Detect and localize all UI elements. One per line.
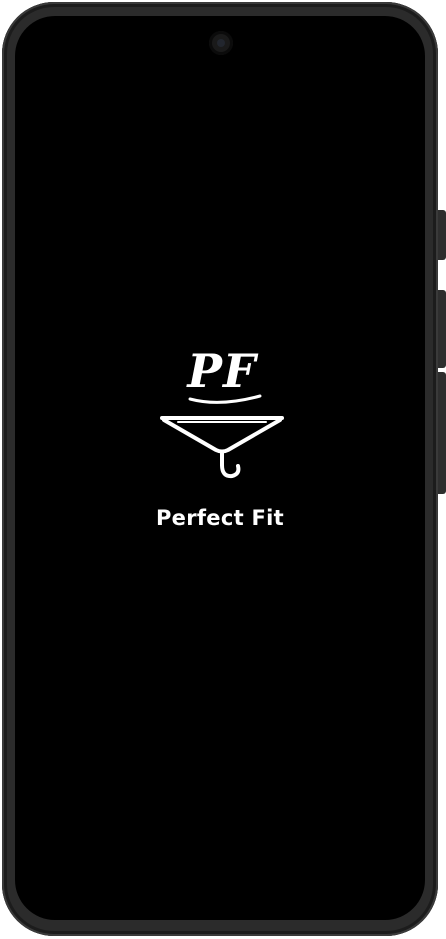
phone-device: PF Perfect Fit [0, 0, 446, 939]
hanger-logo-icon [160, 394, 284, 479]
front-camera-icon [209, 31, 233, 55]
camera-lens [217, 39, 225, 47]
app-name-title: Perfect Fit [155, 506, 285, 530]
app-logo: PF [160, 341, 284, 481]
power-button [438, 372, 446, 494]
splash-screen: PF Perfect Fit [15, 16, 425, 920]
volume-up-button [438, 210, 446, 260]
volume-down-button [438, 290, 446, 368]
